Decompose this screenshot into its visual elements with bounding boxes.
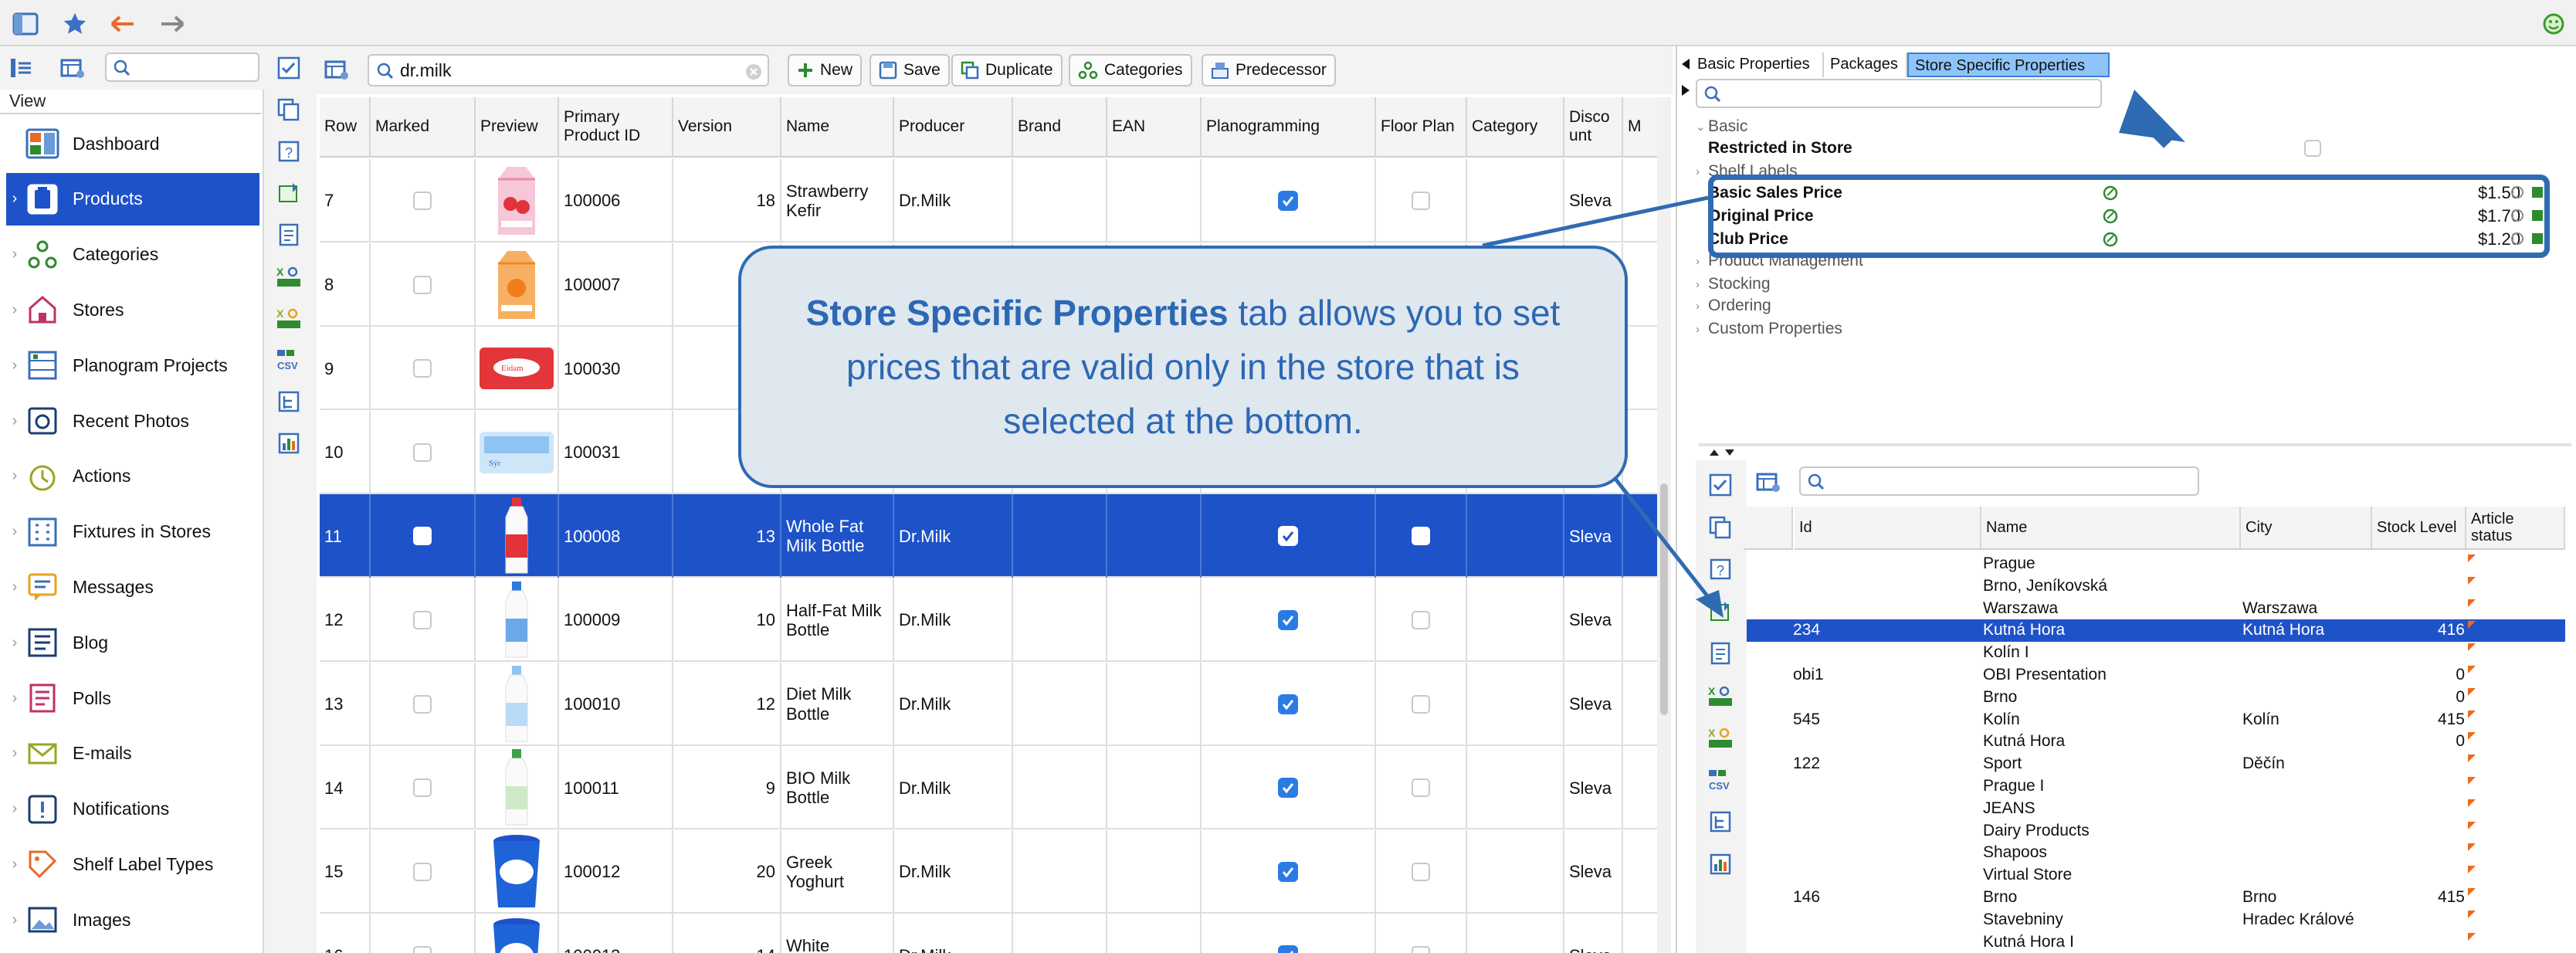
price-highlight-box — [1708, 175, 2550, 258]
callout-bold: Store Specific Properties — [805, 293, 1229, 333]
annotation-callout: Store Specific Properties tab allows you… — [738, 246, 1628, 488]
